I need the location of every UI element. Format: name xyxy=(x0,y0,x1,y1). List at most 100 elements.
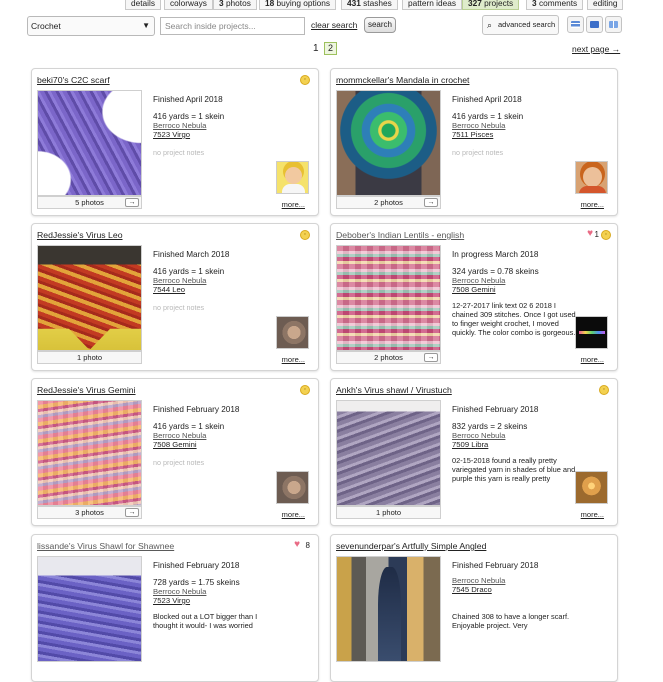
project-notes: no project notes xyxy=(153,303,205,312)
project-title-link[interactable]: Ankh's Virus shawl / Virustuch xyxy=(336,385,452,395)
right-arrow-icon[interactable]: → xyxy=(125,508,139,517)
tab-details[interactable]: details xyxy=(125,0,161,10)
project-title-link[interactable]: lissande's Virus Shawl for Shawnee xyxy=(37,541,174,551)
tab-pattern-ideas[interactable]: pattern ideas xyxy=(402,0,462,10)
project-card: RedJessie's Virus Gemini ᵕ 3 photos → Fi… xyxy=(31,378,319,526)
yarn-link[interactable]: Berroco Nebula xyxy=(452,276,505,285)
view-list-button[interactable] xyxy=(567,16,584,33)
photo-count: 2 photos xyxy=(374,198,403,207)
search-button[interactable]: search xyxy=(364,17,396,33)
user-avatar[interactable] xyxy=(575,471,608,504)
project-card: mommckellar's Mandala in crochet 2 photo… xyxy=(330,68,618,216)
project-title-link[interactable]: beki70's C2C scarf xyxy=(37,75,110,85)
project-photo[interactable] xyxy=(37,90,142,196)
next-page-link[interactable]: next page → xyxy=(572,44,620,54)
project-photo[interactable] xyxy=(37,556,142,662)
project-title-link[interactable]: RedJessie's Virus Gemini xyxy=(37,385,136,395)
project-photo[interactable] xyxy=(37,245,142,351)
photo-count-bar: 1 photo xyxy=(336,506,441,519)
more-link[interactable]: more... xyxy=(581,355,604,364)
tab-photos[interactable]: 3 photos xyxy=(213,0,257,10)
user-avatar[interactable] xyxy=(276,161,309,194)
user-avatar[interactable] xyxy=(276,316,309,349)
tab-editing[interactable]: editing xyxy=(587,0,624,10)
smiley-face-icon: ᵕ xyxy=(300,230,310,240)
advanced-search-button[interactable]: ⌕ advanced search xyxy=(482,15,559,35)
photo-count-bar: 2 photos → xyxy=(336,351,441,364)
project-title-link[interactable]: sevenunderpar's Artfully Simple Angled xyxy=(336,541,486,551)
yardage: 324 yards = 0.78 skeins xyxy=(452,267,539,276)
tab-comments[interactable]: 3 comments xyxy=(526,0,584,10)
project-status: Finished April 2018 xyxy=(153,95,223,104)
colorway-link[interactable]: 7511 Pisces xyxy=(452,130,493,139)
yarn-link[interactable]: Berroco Nebula xyxy=(452,121,505,130)
search-input[interactable] xyxy=(160,17,305,35)
view-grid-button[interactable] xyxy=(586,16,603,33)
smiley-face-icon: ᵕ xyxy=(300,385,310,395)
tab-colorways[interactable]: colorways xyxy=(164,0,213,10)
colorway-link[interactable]: 7523 Virgo xyxy=(153,130,190,139)
project-status: Finished February 2018 xyxy=(153,405,240,414)
project-photo[interactable] xyxy=(37,400,142,506)
project-status: Finished March 2018 xyxy=(153,250,230,259)
yarn-link[interactable]: Berroco Nebula xyxy=(153,431,206,440)
project-notes: Chained 308 to have a longer scarf. Enjo… xyxy=(452,612,570,630)
yarn-link[interactable]: Berroco Nebula xyxy=(452,431,505,440)
project-notes: 02-15-2018 found a really pretty variega… xyxy=(452,456,576,483)
yardage: 416 yards = 1 skein xyxy=(452,112,524,121)
colorway-link[interactable]: 7508 Gemini xyxy=(452,285,496,294)
advanced-search-label: advanced search xyxy=(498,20,556,29)
colorway-link[interactable]: 7523 Virgo xyxy=(153,596,190,605)
more-link[interactable]: more... xyxy=(282,200,305,209)
project-notes: 12-27-2017 link text 02 6 2018 I chained… xyxy=(452,301,576,337)
user-avatar[interactable] xyxy=(575,161,608,194)
colorway-link[interactable]: 7509 Libra xyxy=(452,440,488,449)
project-photo[interactable] xyxy=(336,400,441,506)
project-status: Finished February 2018 xyxy=(452,405,539,414)
photo-count-bar: 1 photo xyxy=(37,351,142,364)
heart-count: 1 xyxy=(594,230,599,239)
heart-icon[interactable]: ♥ xyxy=(294,539,300,550)
project-status: Finished February 2018 xyxy=(452,561,539,570)
yarn-link[interactable]: Berroco Nebula xyxy=(153,276,206,285)
project-photo[interactable] xyxy=(336,90,441,196)
colorway-link[interactable]: 7508 Gemini xyxy=(153,440,197,449)
photo-count-bar: 3 photos → xyxy=(37,506,142,519)
yardage: 832 yards = 2 skeins xyxy=(452,422,528,431)
right-arrow-icon[interactable]: → xyxy=(125,198,139,207)
project-photo[interactable] xyxy=(336,245,441,351)
clear-search-link[interactable]: clear search xyxy=(311,20,357,30)
more-link[interactable]: more... xyxy=(581,510,604,519)
user-avatar[interactable] xyxy=(276,471,309,504)
project-card: sevenunderpar's Artfully Simple Angled F… xyxy=(330,534,618,682)
photo-count: 1 photo xyxy=(375,508,402,517)
view-gallery-button[interactable] xyxy=(605,16,622,33)
colorway-link[interactable]: 7545 Draco xyxy=(452,585,492,594)
more-link[interactable]: more... xyxy=(282,355,305,364)
tab-projects[interactable]: 327 projects xyxy=(462,0,520,10)
user-avatar[interactable] xyxy=(575,316,608,349)
right-arrow-icon[interactable]: → xyxy=(424,353,438,362)
more-link[interactable]: more... xyxy=(282,510,305,519)
yarn-link[interactable]: Berroco Nebula xyxy=(153,121,206,130)
more-link[interactable]: more... xyxy=(581,200,604,209)
current-page: 1 xyxy=(313,43,319,54)
craft-select[interactable]: Crochet ▼ xyxy=(27,16,155,36)
yarn-link[interactable]: Berroco Nebula xyxy=(452,576,505,585)
project-title-link[interactable]: RedJessie's Virus Leo xyxy=(37,230,123,240)
project-title-link[interactable]: Debober's Indian Lentils - english xyxy=(336,230,464,240)
yarn-link[interactable]: Berroco Nebula xyxy=(153,587,206,596)
project-card: beki70's C2C scarf ᵕ 5 photos → Finished… xyxy=(31,68,319,216)
grid-view-icon xyxy=(590,21,599,28)
right-arrow-icon[interactable]: → xyxy=(424,198,438,207)
magnifier-icon: ⌕ xyxy=(487,20,493,30)
tab-buying-options[interactable]: 18 buying options xyxy=(259,0,337,10)
project-title-link[interactable]: mommckellar's Mandala in crochet xyxy=(336,75,469,85)
project-status: Finished April 2018 xyxy=(452,95,522,104)
page-2-link[interactable]: 2 xyxy=(324,42,337,55)
photo-count: 1 photo xyxy=(76,353,103,362)
heart-icon[interactable]: ♥ xyxy=(587,228,593,239)
project-photo[interactable] xyxy=(336,556,441,662)
colorway-link[interactable]: 7544 Leo xyxy=(153,285,185,294)
tab-stashes[interactable]: 431 stashes xyxy=(341,0,398,10)
